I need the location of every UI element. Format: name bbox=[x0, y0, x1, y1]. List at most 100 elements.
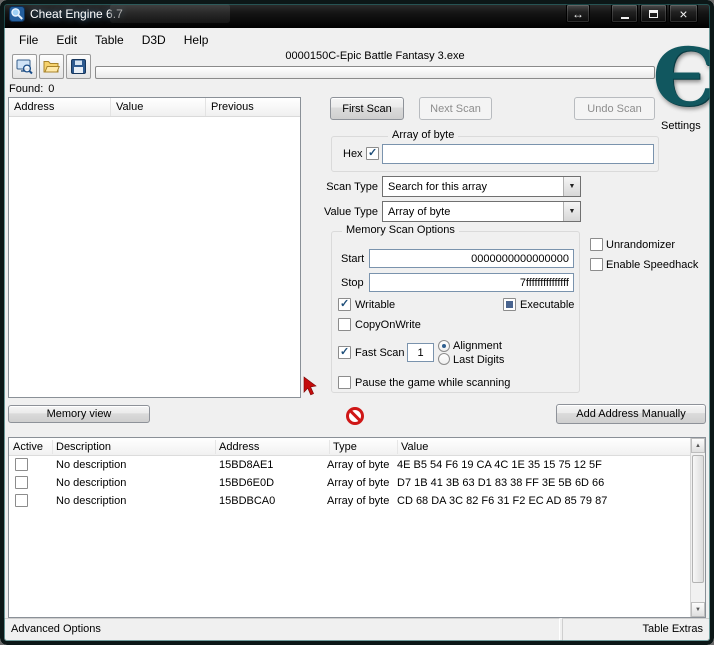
column-type[interactable]: Type bbox=[333, 441, 357, 453]
found-address-list[interactable]: Address Value Previous bbox=[8, 97, 301, 398]
scan-progress-bar bbox=[95, 66, 655, 79]
menu-bar: File Edit Table D3D Help bbox=[4, 29, 710, 50]
row-description: No description bbox=[56, 495, 127, 507]
scan-value-input[interactable] bbox=[382, 144, 654, 164]
row-value: CD 68 DA 3C 82 F6 31 F2 EC AD 85 79 87 bbox=[397, 495, 608, 507]
status-bar: Advanced Options Table Extras bbox=[4, 618, 710, 641]
column-value[interactable]: Value bbox=[401, 441, 428, 453]
row-type: Array of byte bbox=[327, 459, 390, 471]
select-process-button[interactable] bbox=[12, 54, 37, 79]
value-group-label: Array of byte bbox=[388, 129, 459, 141]
start-address-input[interactable] bbox=[369, 249, 574, 268]
cheat-table[interactable]: Active Description Address Type Value No… bbox=[8, 437, 706, 618]
open-table-button[interactable] bbox=[39, 54, 64, 79]
enable-speedhack-label: Enable Speedhack bbox=[606, 259, 699, 271]
scroll-up-button[interactable]: ▲ bbox=[691, 438, 705, 453]
memory-scan-options-title: Memory Scan Options bbox=[342, 224, 459, 236]
row-value: D7 1B 41 3B 63 D1 83 38 FF 3E 5B 6D 66 bbox=[397, 477, 605, 489]
executable-checkbox[interactable] bbox=[503, 298, 516, 311]
attached-process-name: 0000150C-Epic Battle Fantasy 3.exe bbox=[285, 50, 465, 62]
maximize-button[interactable] bbox=[640, 4, 667, 23]
value-type-select[interactable]: Array of byte ▼ bbox=[382, 201, 581, 222]
last-digits-radio[interactable] bbox=[438, 353, 450, 365]
minimize-icon bbox=[620, 16, 629, 19]
found-column-previous[interactable]: Previous bbox=[206, 98, 300, 116]
red-arrow-icon bbox=[303, 376, 317, 396]
column-active[interactable]: Active bbox=[13, 441, 43, 453]
menu-file[interactable]: File bbox=[10, 31, 47, 49]
row-active-checkbox[interactable] bbox=[15, 476, 28, 489]
last-digits-label: Last Digits bbox=[453, 354, 505, 366]
found-list-header: Address Value Previous bbox=[9, 98, 300, 117]
row-value: 4E B5 54 F6 19 CA 4C 1E 35 15 75 12 5F bbox=[397, 459, 602, 471]
add-selected-addresses-button[interactable] bbox=[301, 376, 319, 397]
found-count: 0 bbox=[48, 83, 55, 95]
row-description: No description bbox=[56, 477, 127, 489]
close-button[interactable]: × bbox=[669, 4, 698, 23]
chevron-down-icon: ▼ bbox=[563, 202, 580, 221]
save-table-button[interactable] bbox=[66, 54, 91, 79]
cheat-table-header: Active Description Address Type Value bbox=[9, 438, 705, 456]
scan-type-select[interactable]: Search for this array ▼ bbox=[382, 176, 581, 197]
column-description[interactable]: Description bbox=[56, 441, 111, 453]
stop-address-input[interactable] bbox=[369, 273, 574, 292]
found-label: Found: bbox=[9, 83, 44, 95]
fast-scan-label: Fast Scan bbox=[355, 347, 405, 359]
resize-arrows-button[interactable]: ↔ bbox=[566, 4, 590, 23]
value-group-box: Array of byte Hex bbox=[331, 129, 659, 172]
no-entry-button[interactable] bbox=[346, 407, 364, 425]
maximize-icon bbox=[649, 9, 658, 18]
memory-scan-options-group: Memory Scan Options Start Stop Writable … bbox=[331, 224, 580, 393]
fast-scan-alignment-input[interactable] bbox=[407, 343, 434, 362]
scroll-down-icon: ▼ bbox=[695, 606, 701, 613]
next-scan-button[interactable]: Next Scan bbox=[419, 97, 492, 120]
hex-checkbox[interactable] bbox=[366, 147, 379, 160]
cheat-engine-logo[interactable]: Є bbox=[652, 37, 714, 118]
table-extras-link[interactable]: Table Extras bbox=[562, 618, 710, 641]
scan-type-value: Search for this array bbox=[388, 180, 488, 193]
minimize-button[interactable] bbox=[611, 4, 638, 23]
start-label: Start bbox=[341, 253, 365, 265]
advanced-options-link[interactable]: Advanced Options bbox=[4, 618, 560, 641]
table-scrollbar[interactable]: ▲ ▼ bbox=[690, 438, 705, 617]
found-column-value[interactable]: Value bbox=[111, 98, 206, 116]
chevron-down-icon: ▼ bbox=[563, 177, 580, 196]
found-count-line: Found: 0 bbox=[9, 83, 54, 95]
row-description: No description bbox=[56, 459, 127, 471]
pause-game-label: Pause the game while scanning bbox=[355, 377, 511, 389]
pause-game-checkbox[interactable] bbox=[338, 376, 351, 389]
menu-table[interactable]: Table bbox=[86, 31, 133, 49]
menu-help[interactable]: Help bbox=[175, 31, 218, 49]
row-active-checkbox[interactable] bbox=[15, 458, 28, 471]
alignment-radio[interactable] bbox=[438, 340, 450, 352]
writable-checkbox[interactable] bbox=[338, 298, 351, 311]
memory-view-button[interactable]: Memory view bbox=[8, 405, 150, 423]
copyonwrite-checkbox[interactable] bbox=[338, 318, 351, 331]
menu-edit[interactable]: Edit bbox=[47, 31, 86, 49]
row-active-checkbox[interactable] bbox=[15, 494, 28, 507]
settings-link[interactable]: Settings bbox=[661, 120, 701, 132]
table-row[interactable]: No description 15BD6E0D Array of byte D7… bbox=[9, 474, 705, 492]
select-process-icon bbox=[16, 59, 33, 75]
menu-d3d[interactable]: D3D bbox=[133, 31, 175, 49]
scroll-down-button[interactable]: ▼ bbox=[691, 602, 705, 617]
unrandomizer-checkbox[interactable] bbox=[590, 238, 603, 251]
executable-label: Executable bbox=[520, 299, 575, 311]
column-address[interactable]: Address bbox=[219, 441, 259, 453]
row-address: 15BD8AE1 bbox=[219, 459, 274, 471]
scrollbar-thumb[interactable] bbox=[692, 455, 704, 583]
table-row[interactable]: No description 15BD8AE1 Array of byte 4E… bbox=[9, 456, 705, 474]
copyonwrite-label: CopyOnWrite bbox=[355, 319, 421, 331]
value-type-value: Array of byte bbox=[388, 205, 451, 218]
first-scan-button[interactable]: First Scan bbox=[330, 97, 404, 120]
row-type: Array of byte bbox=[327, 477, 390, 489]
row-address: 15BD6E0D bbox=[219, 477, 275, 489]
table-row[interactable]: No description 15BDBCA0 Array of byte CD… bbox=[9, 492, 705, 510]
found-column-address[interactable]: Address bbox=[9, 98, 111, 116]
fast-scan-checkbox[interactable] bbox=[338, 346, 351, 359]
undo-scan-button[interactable]: Undo Scan bbox=[574, 97, 655, 120]
row-address: 15BDBCA0 bbox=[219, 495, 276, 507]
app-icon bbox=[9, 6, 25, 22]
add-address-manually-button[interactable]: Add Address Manually bbox=[556, 404, 706, 424]
enable-speedhack-checkbox[interactable] bbox=[590, 258, 603, 271]
